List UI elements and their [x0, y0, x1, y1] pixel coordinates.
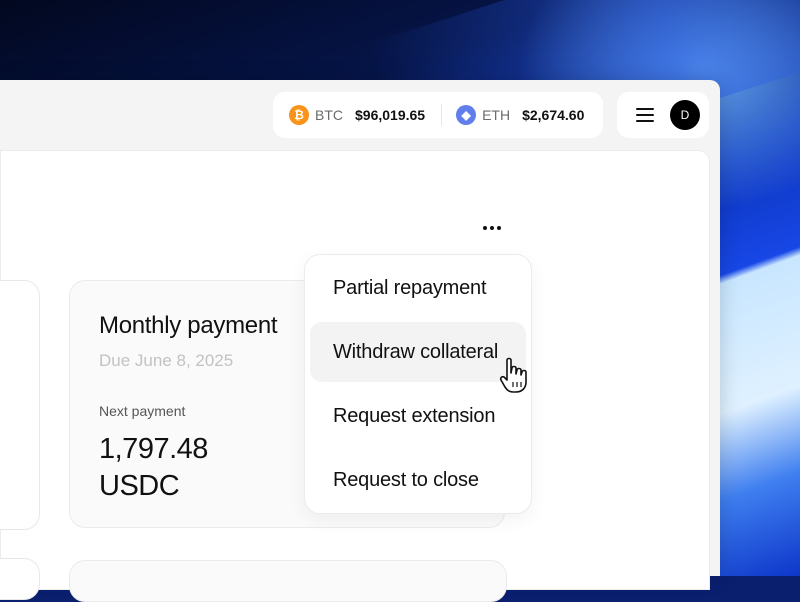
hamburger-menu-icon[interactable] — [636, 106, 654, 124]
eth-symbol: ETH — [482, 107, 511, 123]
lower-card — [69, 560, 507, 602]
due-date: Due June 8, 2025 — [99, 351, 234, 370]
more-options-button[interactable] — [472, 208, 512, 248]
eth-price: $2,674.60 — [522, 107, 585, 123]
header-actions: D — [617, 92, 709, 138]
menu-item-withdraw-collateral[interactable]: Withdraw collateral — [310, 322, 526, 382]
btc-symbol: BTC — [315, 107, 343, 123]
btc-price: $96,019.65 — [355, 107, 426, 123]
card-title: Monthly payment — [99, 312, 278, 339]
eth-ticker: ◆ ETH $2,674.60 — [456, 92, 584, 138]
btc-ticker: ₿ BTC $96,019.65 — [289, 92, 425, 138]
menu-item-partial-repayment[interactable]: Partial repayment — [310, 258, 526, 318]
next-payment-label: Next payment — [99, 403, 186, 419]
ethereum-icon: ◆ — [456, 105, 477, 125]
pointer-hand-icon — [499, 357, 527, 393]
amount-value: 1,797.48 — [99, 433, 208, 465]
payment-amount: 1,797.48 USDC — [99, 431, 208, 505]
menu-item-request-extension[interactable]: Request extension — [310, 386, 526, 446]
previous-card — [0, 280, 40, 530]
bitcoin-icon: ₿ — [289, 105, 309, 125]
menu-item-request-to-close[interactable]: Request to close — [310, 450, 526, 510]
price-ticker: ₿ BTC $96,019.65 ◆ ETH $2,674.60 — [273, 92, 603, 138]
avatar[interactable]: D — [670, 100, 700, 130]
lower-card-left — [0, 558, 40, 600]
more-horizontal-icon — [483, 226, 487, 230]
amount-currency: USDC — [99, 470, 180, 502]
ticker-divider — [441, 104, 443, 126]
